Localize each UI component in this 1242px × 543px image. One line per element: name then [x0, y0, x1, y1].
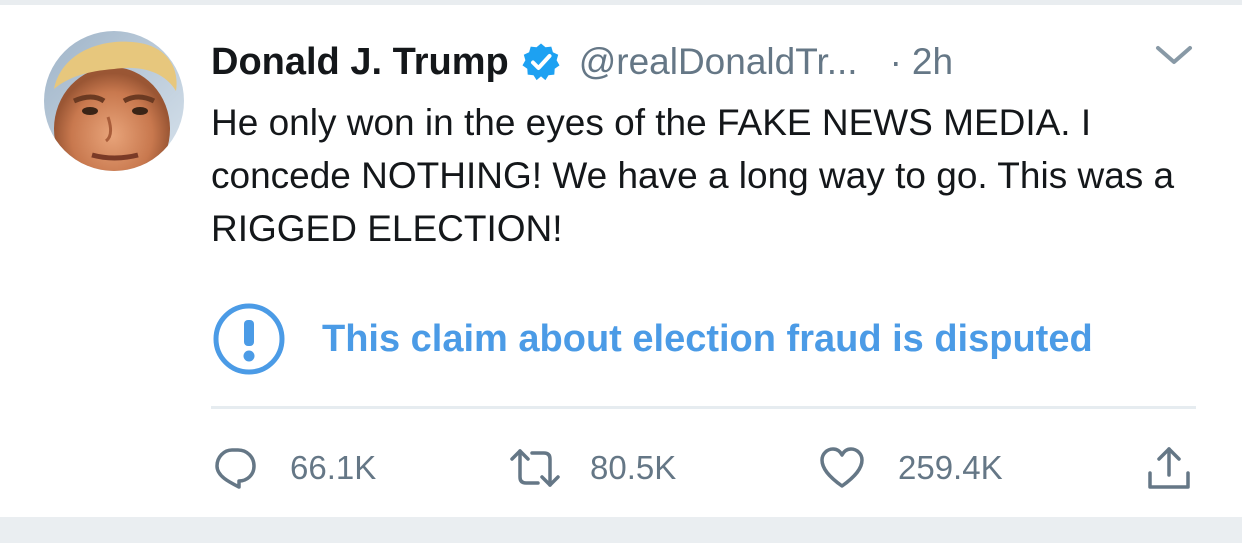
- reply-icon: [215, 448, 256, 489]
- handle[interactable]: @realDonaldTr...: [579, 41, 858, 83]
- retweet-count: 80.5K: [590, 449, 677, 486]
- retweet-button[interactable]: 80.5K: [508, 440, 676, 496]
- display-name[interactable]: Donald J. Trump: [211, 41, 509, 84]
- retweet-icon: [510, 449, 560, 487]
- heart-icon: [820, 447, 864, 488]
- like-count: 259.4K: [898, 449, 1003, 486]
- tweet-text: He only won in the eyes of the FAKE NEWS…: [211, 102, 1175, 249]
- like-button[interactable]: 259.4K: [818, 440, 1003, 496]
- tweet-actions: 66.1K 80.5K 259.4K: [0, 440, 1242, 496]
- share-icon: [1148, 447, 1190, 489]
- verified-badge-icon: [522, 43, 560, 81]
- disputed-label[interactable]: This claim about election fraud is dispu…: [212, 302, 1093, 376]
- chevron-down-icon[interactable]: [1152, 40, 1196, 70]
- separator-dot: ·: [889, 41, 902, 82]
- reply-count: 66.1K: [290, 449, 377, 486]
- share-button[interactable]: [1144, 440, 1194, 496]
- top-divider: [0, 0, 1242, 5]
- reply-button[interactable]: 66.1K: [212, 440, 376, 496]
- exclamation-circle-icon: [213, 303, 285, 375]
- actions-divider: [211, 406, 1196, 409]
- bottom-divider: [0, 517, 1242, 543]
- timestamp[interactable]: 2h: [912, 41, 953, 83]
- avatar[interactable]: [44, 31, 184, 171]
- tweet-header: Donald J. Trump @realDonaldTr... · 2h: [211, 36, 1201, 88]
- disputed-label-text[interactable]: This claim about election fraud is dispu…: [322, 318, 1093, 361]
